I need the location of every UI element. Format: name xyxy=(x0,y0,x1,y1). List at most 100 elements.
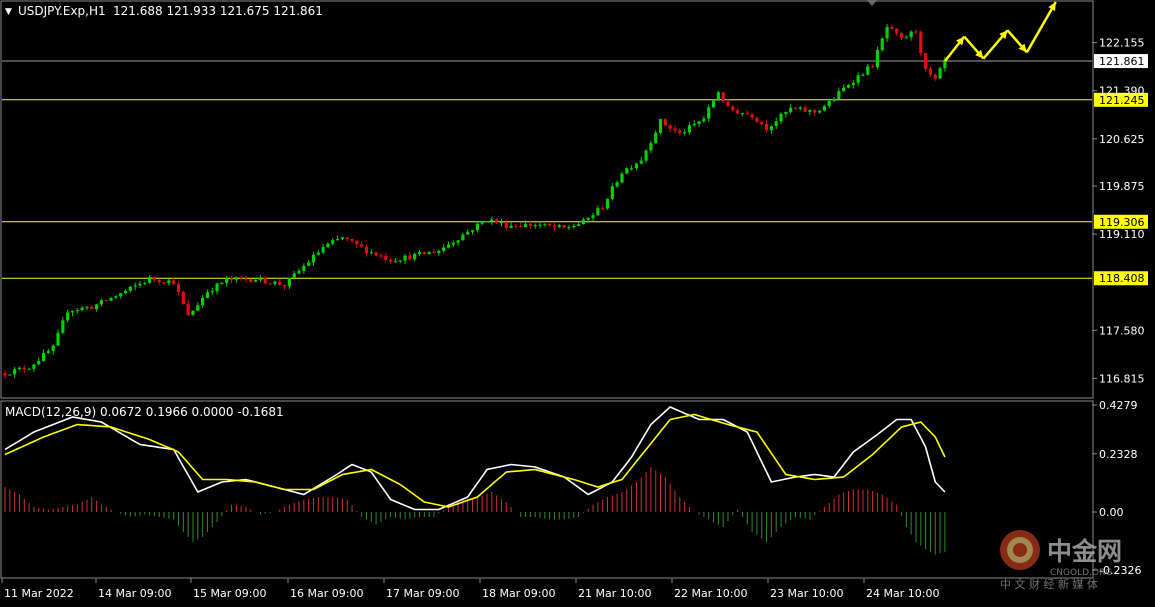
candle-bull xyxy=(210,291,214,293)
candle-bull xyxy=(909,31,913,38)
candle-bull xyxy=(417,252,422,254)
candle-bull xyxy=(639,160,643,164)
chart-canvas[interactable]: 121.245119.306118.408121.861 122.155121.… xyxy=(0,0,1155,603)
candle-bull xyxy=(576,224,581,226)
candle-bull xyxy=(148,277,152,283)
candle-bear xyxy=(552,225,557,227)
candle-bull xyxy=(808,110,812,112)
time-tick-label: 23 Mar 10:00 xyxy=(770,587,843,600)
candle-bear xyxy=(601,208,605,210)
candle-bull xyxy=(707,107,711,119)
candle-bull xyxy=(591,215,595,218)
candle-bull xyxy=(234,277,238,280)
candle-bull xyxy=(856,75,860,83)
macd-tick-label: 0.4279 xyxy=(1099,399,1138,412)
candle-bear xyxy=(181,291,185,304)
candle-bear xyxy=(350,239,354,241)
chart-window[interactable]: 121.245 119.306 118.408 121.861 122.155 121.… xyxy=(0,0,1155,603)
symbol-dropdown-icon[interactable]: ▼ xyxy=(5,7,12,17)
candle-bear xyxy=(408,255,412,260)
candle-bear xyxy=(172,280,176,285)
candle-bull xyxy=(114,296,118,298)
time-tick-label: 22 Mar 10:00 xyxy=(674,587,747,600)
candle-bull xyxy=(66,312,70,321)
candle-bull xyxy=(335,239,340,241)
candle-bull xyxy=(557,225,561,227)
candle-bull xyxy=(837,91,841,99)
candle-bull xyxy=(774,121,778,127)
candle-bull xyxy=(205,292,210,298)
candle-bull xyxy=(654,132,658,144)
candle-bear xyxy=(736,110,740,114)
candle-bear xyxy=(548,223,552,226)
price-tick-label: 122.155 xyxy=(1099,37,1145,50)
candle-bear xyxy=(755,117,759,122)
candle-bull xyxy=(119,293,123,297)
candle-bear xyxy=(895,28,899,34)
candle-bull xyxy=(779,113,783,122)
candle-bear xyxy=(268,283,272,285)
candle-bear xyxy=(813,110,817,113)
candle-bull xyxy=(880,38,884,51)
candle-bull xyxy=(567,227,571,229)
candle-bull xyxy=(133,285,137,287)
candle-bear xyxy=(360,244,364,247)
candle-bear xyxy=(432,251,436,253)
candle-bear xyxy=(263,277,267,284)
candle-bull xyxy=(702,118,706,122)
candle-bull xyxy=(128,286,132,291)
candle-bear xyxy=(721,92,725,102)
candle-bull xyxy=(784,112,788,114)
candle-bull xyxy=(258,277,263,281)
candle-bull xyxy=(605,198,610,209)
candle-bull xyxy=(875,50,880,68)
candle-bull xyxy=(287,277,291,287)
candle-bull xyxy=(61,320,65,333)
macd-tick-label: 0.00 xyxy=(1099,506,1124,519)
candle-bull xyxy=(75,310,79,312)
candle-bull xyxy=(8,374,12,376)
candle-bull xyxy=(297,270,301,274)
candle-bull xyxy=(311,254,316,263)
watermark-tagline: 中 文 财 经 新 媒 体 xyxy=(1000,577,1098,591)
candle-bear xyxy=(244,278,248,280)
candle-bull xyxy=(687,125,692,133)
candle-bear xyxy=(928,68,933,75)
candle-bull xyxy=(543,223,547,225)
candle-bull xyxy=(41,353,46,361)
candle-bull xyxy=(27,368,31,370)
candle-bull xyxy=(716,92,720,101)
candle-bear xyxy=(678,130,682,134)
candle-bull xyxy=(846,84,851,88)
candle-bull xyxy=(326,243,330,248)
candle-bull xyxy=(215,283,219,292)
price-tick-label: 121.390 xyxy=(1099,85,1145,98)
candle-bear xyxy=(22,367,26,370)
time-tick-label: 15 Mar 09:00 xyxy=(193,587,266,600)
candle-bull xyxy=(533,225,537,227)
candle-bull xyxy=(822,106,826,111)
candle-bull xyxy=(123,290,128,294)
candle-bull xyxy=(316,252,320,255)
candle-bear xyxy=(871,66,875,68)
candle-bull xyxy=(442,247,446,251)
candle-bull xyxy=(70,311,75,313)
candle-bull xyxy=(842,87,846,92)
candle-bear xyxy=(104,300,108,302)
candle-bull xyxy=(437,250,441,253)
candle-bull xyxy=(427,251,431,255)
candle-bull xyxy=(740,113,745,115)
candle-bull xyxy=(393,261,398,263)
candle-bull xyxy=(904,37,908,39)
candle-bear xyxy=(364,246,369,254)
candle-bull xyxy=(51,345,55,351)
candle-bull xyxy=(143,282,147,284)
candle-bull xyxy=(851,82,855,85)
price-tick-label: 119.875 xyxy=(1099,180,1145,193)
cngold-logo-icon xyxy=(1000,530,1040,570)
candle-bull xyxy=(485,221,489,223)
candle-bear xyxy=(374,252,378,256)
candle-bull xyxy=(451,242,455,245)
candle-bull xyxy=(938,68,942,79)
candle-bull xyxy=(13,369,17,375)
